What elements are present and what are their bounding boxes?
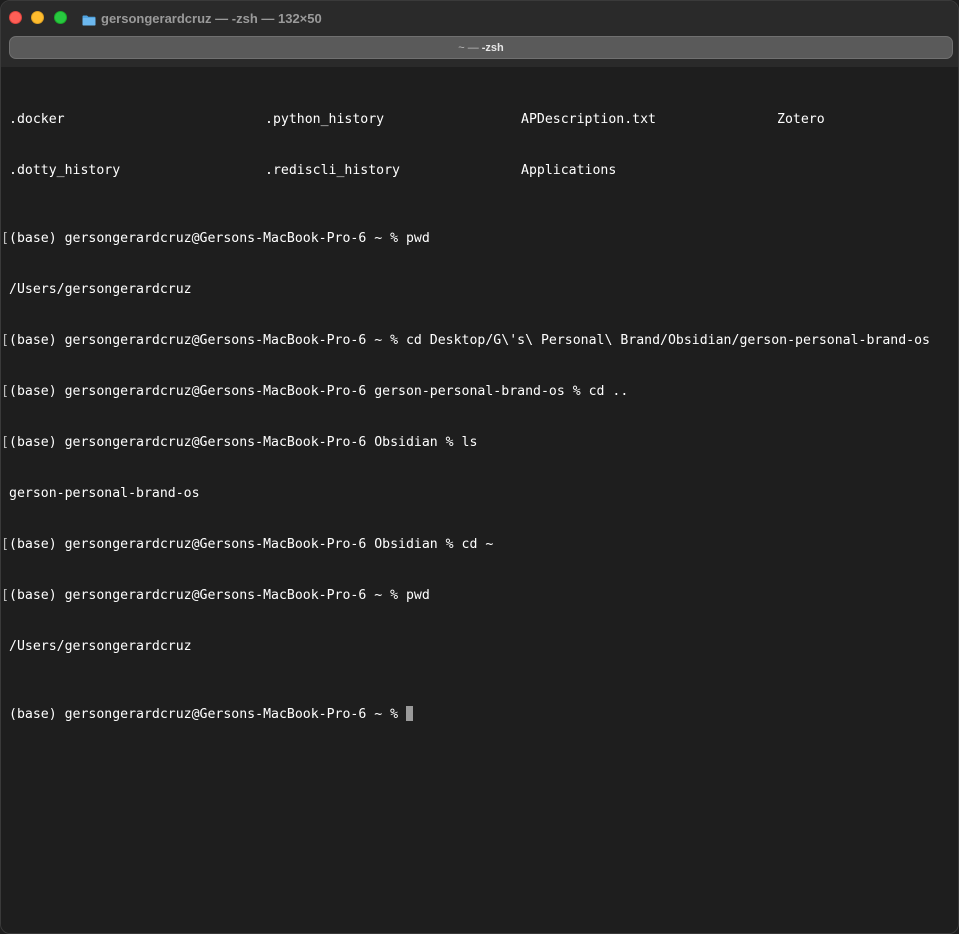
text-cursor (405, 706, 413, 721)
minimize-button[interactable] (31, 11, 44, 24)
line-text: /Users/gersongerardcruz (9, 639, 192, 654)
terminal-line: /Users/gersongerardcruz (9, 638, 930, 655)
folder-icon (82, 13, 96, 25)
terminal-line: [(base) gersongerardcruz@Gersons-MacBook… (1, 587, 930, 604)
line-text: (base) gersongerardcruz@Gersons-MacBook-… (9, 588, 430, 603)
tab-label-text: -zsh (481, 41, 504, 54)
tab-zsh[interactable]: ~ — -zsh (9, 36, 953, 59)
terminal-window: gersongerardcruz — -zsh — 132×50 ~ — -zs… (0, 0, 959, 934)
line-text: (base) gersongerardcruz@Gersons-MacBook-… (9, 384, 629, 399)
current-prompt: (base) gersongerardcruz@Gersons-MacBook-… (9, 707, 406, 722)
command-mark: [ (1, 588, 9, 603)
ls-entry: .docker (9, 112, 65, 127)
ls-entry: .dotty_history (9, 163, 121, 178)
terminal-line: gerson-personal-brand-os (9, 485, 930, 502)
maximize-button[interactable] (54, 11, 67, 24)
line-text: (base) gersongerardcruz@Gersons-MacBook-… (9, 435, 478, 450)
window-title: gersongerardcruz — -zsh — 132×50 (101, 10, 322, 26)
line-text: (base) gersongerardcruz@Gersons-MacBook-… (9, 231, 430, 246)
command-mark: [ (1, 537, 9, 552)
terminal-line: [(base) gersongerardcruz@Gersons-MacBook… (1, 332, 930, 349)
command-mark: [ (1, 231, 9, 246)
line-text: (base) gersongerardcruz@Gersons-MacBook-… (9, 537, 494, 552)
close-button[interactable] (9, 11, 22, 24)
tab-label-prefix: ~ — (458, 41, 482, 54)
terminal-output[interactable]: .docker .python_history APDescription.tx… (1, 67, 958, 933)
command-mark: [ (1, 435, 9, 450)
tab-label: ~ — -zsh (458, 42, 504, 54)
terminal-content: .docker .python_history APDescription.tx… (1, 77, 930, 757)
line-text: /Users/gersongerardcruz (9, 282, 192, 297)
terminal-line: [(base) gersongerardcruz@Gersons-MacBook… (1, 536, 930, 553)
line-text: gerson-personal-brand-os (9, 486, 200, 501)
ls-output-row: .docker .python_history APDescription.tx… (9, 111, 930, 128)
window-title-group: gersongerardcruz — -zsh — 132×50 (82, 9, 322, 27)
ls-entry: .python_history (265, 112, 385, 127)
command-mark: [ (1, 384, 9, 399)
title-bar[interactable]: gersongerardcruz — -zsh — 132×50 ~ — -zs… (1, 1, 958, 68)
ls-entry: APDescription.txt (521, 112, 656, 127)
command-mark: [ (1, 333, 9, 348)
terminal-line: [(base) gersongerardcruz@Gersons-MacBook… (1, 434, 930, 451)
terminal-line: [(base) gersongerardcruz@Gersons-MacBook… (1, 230, 930, 247)
prompt-line[interactable]: (base) gersongerardcruz@Gersons-MacBook-… (9, 706, 930, 723)
ls-entry: .rediscli_history (265, 163, 400, 178)
ls-entry: Applications (521, 163, 617, 178)
ls-output-row: .dotty_history .rediscli_history Applica… (9, 162, 930, 179)
line-text: (base) gersongerardcruz@Gersons-MacBook-… (9, 333, 930, 348)
terminal-line: /Users/gersongerardcruz (9, 281, 930, 298)
ls-entry: Zotero (777, 112, 825, 127)
terminal-line: [(base) gersongerardcruz@Gersons-MacBook… (1, 383, 930, 400)
